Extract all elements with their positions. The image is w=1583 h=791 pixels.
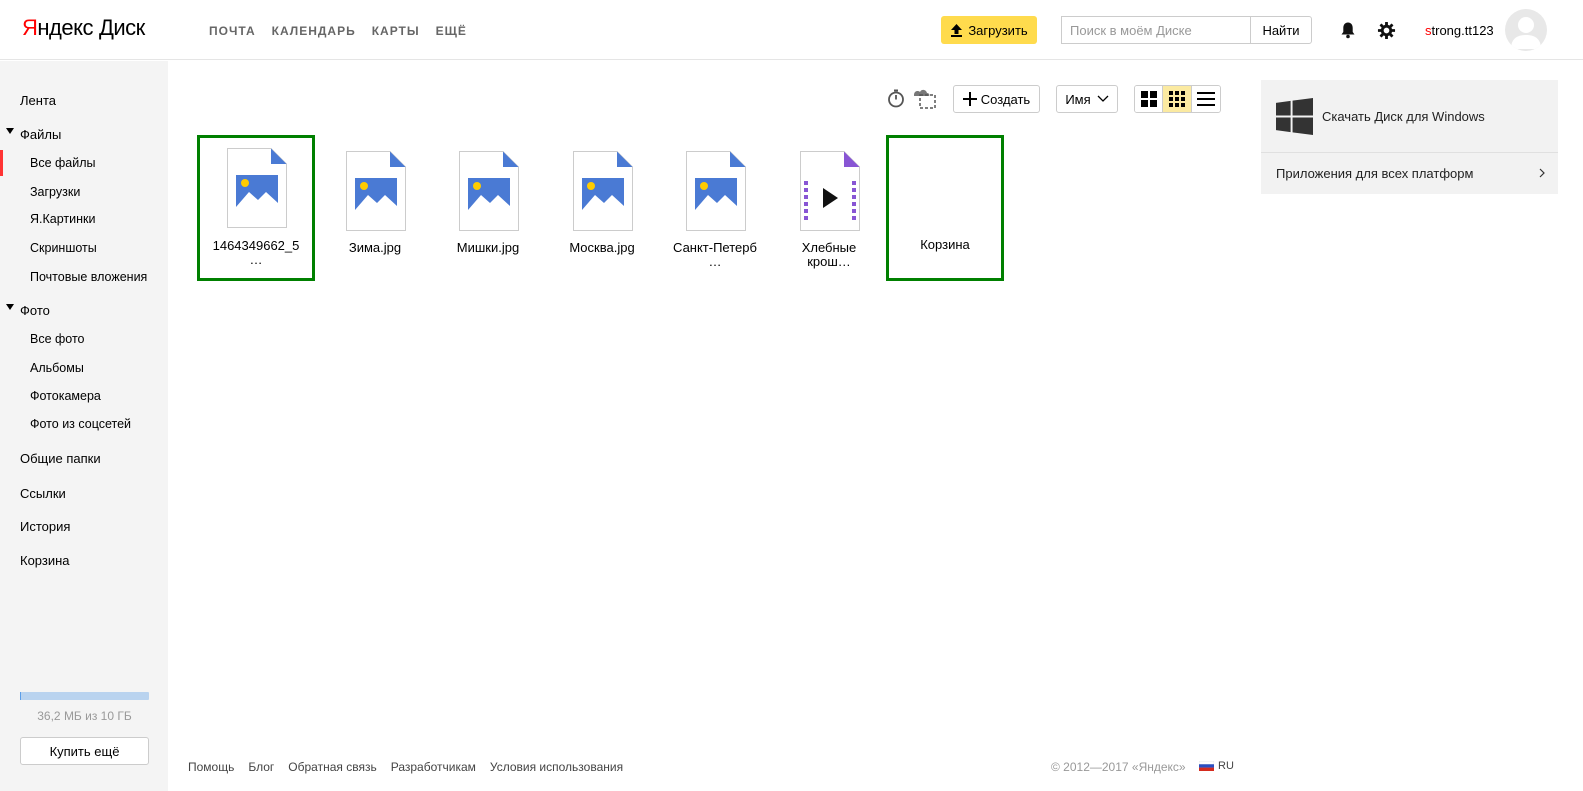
file-tile[interactable]: Зима.jpg — [318, 137, 432, 279]
notifications-bell-icon[interactable] — [1339, 21, 1357, 39]
user-silhouette-icon — [1511, 17, 1541, 49]
sidebar-item-files[interactable]: Файлы — [20, 127, 61, 142]
chevron-right-icon — [1539, 168, 1545, 178]
file-name: Хлебные крош… — [801, 240, 857, 269]
photo-expand-caret-icon[interactable] — [6, 304, 14, 310]
nav-more[interactable]: ЕЩЁ — [436, 24, 467, 38]
image-file-icon — [227, 148, 287, 228]
file-name: Зима.jpg — [348, 240, 402, 255]
file-name: Мишки.jpg — [456, 240, 520, 255]
footer-developers-link[interactable]: Разработчикам — [391, 760, 476, 774]
view-list-button[interactable] — [1191, 86, 1220, 112]
footer-help-link[interactable]: Помощь — [188, 760, 234, 774]
video-file-icon — [800, 151, 860, 231]
avatar[interactable] — [1505, 9, 1547, 51]
all-platforms-label: Приложения для всех платформ — [1276, 166, 1474, 181]
top-navigation: ПОЧТА КАЛЕНДАРЬ КАРТЫ ЕЩЁ — [209, 24, 467, 38]
windows-logo-icon — [1276, 98, 1313, 135]
sidebar-item-social-photos[interactable]: Фото из соцсетей — [30, 417, 131, 431]
sidebar-item-photo[interactable]: Фото — [20, 303, 50, 318]
search-button[interactable]: Найти — [1250, 16, 1312, 44]
upload-icon — [951, 23, 963, 37]
image-file-icon — [459, 151, 519, 231]
footer-blog-link[interactable]: Блог — [248, 760, 274, 774]
language-switcher[interactable]: RU — [1199, 760, 1234, 772]
buy-more-button[interactable]: Купить ещё — [20, 737, 149, 765]
plus-icon — [962, 92, 977, 106]
sidebar-item-links[interactable]: Ссылки — [20, 486, 66, 501]
storage-quota-fill — [20, 692, 21, 700]
all-platforms-apps-link[interactable]: Приложения для всех платформ — [1261, 153, 1558, 194]
stopwatch-icon[interactable] — [886, 88, 906, 108]
footer-links: Помощь Блог Обратная связь Разработчикам… — [188, 760, 623, 774]
file-name: 1464349662_5 … — [212, 238, 300, 267]
create-label: Создать — [980, 91, 1031, 107]
sidebar-item-history[interactable]: История — [20, 519, 70, 534]
logo-rest: ндекс — [37, 15, 93, 40]
files-expand-caret-icon[interactable] — [6, 128, 14, 134]
view-mode-switcher — [1134, 85, 1221, 113]
trash-folder-tile[interactable]: Корзина — [886, 135, 1004, 281]
file-tile[interactable]: 1464349662_5 … — [197, 135, 315, 281]
file-name: Москва.jpg — [569, 240, 635, 255]
sort-label: Имя — [1065, 91, 1091, 107]
sidebar: Лента Файлы Все файлы Загрузки Я.Картинк… — [0, 61, 168, 791]
sidebar-item-all-files[interactable]: Все файлы — [30, 156, 96, 170]
sidebar-item-ya-pictures[interactable]: Я.Картинки — [30, 212, 95, 226]
screenshot-icon[interactable] — [911, 86, 937, 110]
storage-quota-bar — [20, 692, 149, 700]
nav-mail[interactable]: ПОЧТА — [209, 24, 256, 38]
file-name: Санкт-Петерб … — [673, 240, 757, 269]
image-file-icon — [686, 151, 746, 231]
sidebar-item-downloads[interactable]: Загрузки — [30, 185, 80, 199]
active-item-indicator — [0, 150, 3, 176]
chevron-down-icon — [1097, 95, 1109, 102]
settings-gear-icon[interactable] — [1377, 21, 1396, 40]
copyright: © 2012—2017 «Яндекс» — [1051, 760, 1186, 774]
nav-maps[interactable]: КАРТЫ — [372, 24, 420, 38]
footer-terms-link[interactable]: Условия использования — [490, 760, 623, 774]
create-button[interactable]: Создать — [953, 85, 1040, 113]
language-label: RU — [1218, 760, 1234, 772]
upload-button[interactable]: Загрузить — [941, 16, 1037, 44]
download-windows-link[interactable]: Скачать Диск для Windows — [1261, 80, 1558, 152]
sidebar-item-feed[interactable]: Лента — [20, 93, 56, 108]
file-tile[interactable]: Москва.jpg — [545, 137, 659, 279]
trash-folder-name: Корзина — [920, 237, 970, 252]
search-input[interactable] — [1061, 16, 1251, 44]
logo-product: Диск — [98, 15, 145, 40]
download-windows-label: Скачать Диск для Windows — [1322, 109, 1485, 124]
large-tiles-icon — [1140, 91, 1157, 107]
header: Яндекс Диск ПОЧТА КАЛЕНДАРЬ КАРТЫ ЕЩЁ Заг… — [0, 0, 1583, 60]
view-small-tiles-button[interactable] — [1163, 86, 1192, 112]
image-file-icon — [573, 151, 633, 231]
nav-calendar[interactable]: КАЛЕНДАРЬ — [272, 24, 356, 38]
storage-quota-text: 36,2 МБ из 10 ГБ — [37, 709, 132, 723]
file-tile[interactable]: Мишки.jpg — [431, 137, 545, 279]
user-name-rest: trong.tt123 — [1431, 23, 1494, 38]
sidebar-item-trash[interactable]: Корзина — [20, 553, 70, 568]
desktop-app-promo: Скачать Диск для Windows Приложения для … — [1261, 80, 1558, 194]
footer-feedback-link[interactable]: Обратная связь — [288, 760, 376, 774]
list-icon — [1196, 92, 1215, 106]
view-large-tiles-button[interactable] — [1135, 86, 1164, 112]
sort-dropdown[interactable]: Имя — [1056, 85, 1118, 113]
file-tile[interactable]: Хлебные крош… — [772, 137, 886, 279]
sidebar-item-albums[interactable]: Альбомы — [30, 361, 84, 375]
yandex-disk-logo[interactable]: Яндекс Диск — [22, 15, 145, 41]
sidebar-item-camera[interactable]: Фотокамера — [30, 389, 101, 403]
user-name[interactable]: strong.tt123 — [1425, 23, 1494, 38]
logo-ya: Я — [22, 15, 38, 40]
small-tiles-icon — [1169, 91, 1186, 107]
sidebar-item-shared-folders[interactable]: Общие папки — [20, 451, 101, 466]
sidebar-item-all-photos[interactable]: Все фото — [30, 332, 85, 346]
sidebar-item-screenshots[interactable]: Скриншоты — [30, 241, 97, 255]
upload-label: Загрузить — [968, 22, 1028, 38]
sidebar-item-mail-attachments[interactable]: Почтовые вложения — [30, 270, 147, 284]
file-tile[interactable]: Санкт-Петерб … — [658, 137, 772, 279]
russian-flag-icon — [1199, 761, 1214, 771]
image-file-icon — [346, 151, 406, 231]
